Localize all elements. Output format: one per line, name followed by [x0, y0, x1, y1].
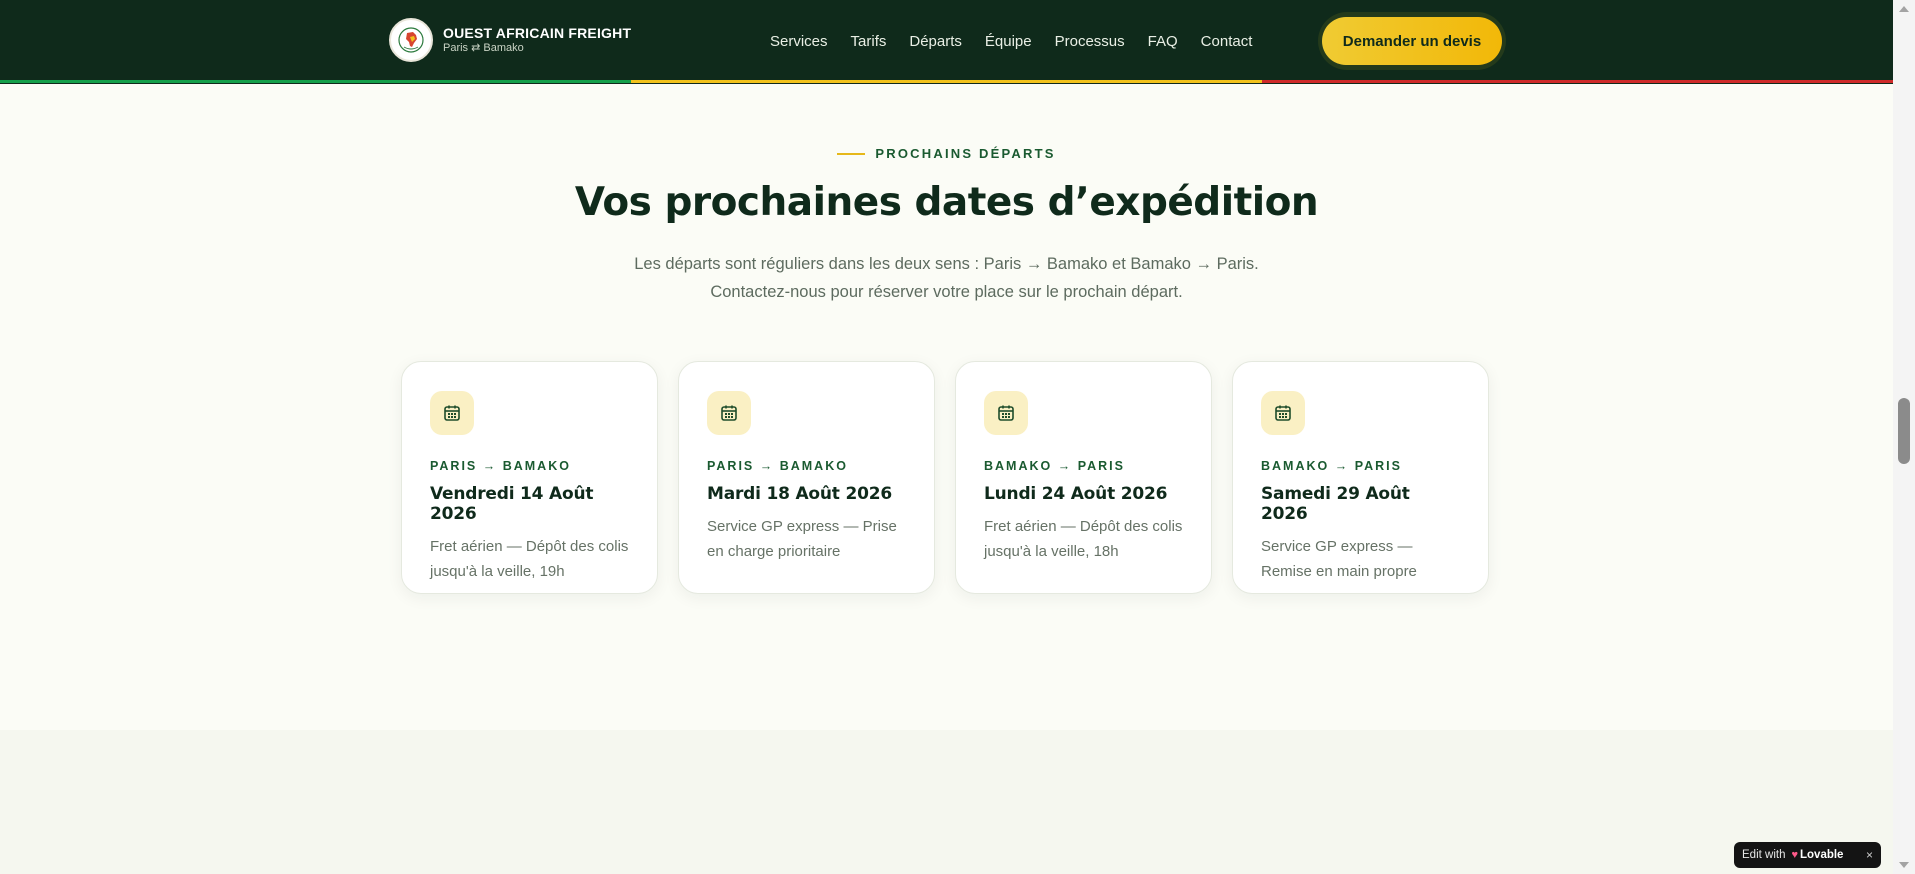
calendar-icon	[707, 391, 751, 435]
scroll-up-arrow-icon[interactable]	[1899, 6, 1909, 12]
request-quote-button[interactable]: Demander un devis	[1322, 17, 1502, 65]
edit-with-lovable-badge[interactable]: Edit with ♥ Lovable ×	[1734, 842, 1881, 868]
departure-description: Service GP express — Prise en charge pri…	[707, 518, 897, 560]
top-navbar: OUEST AFRICAIN FREIGHT Paris ⇄ Bamako Se…	[0, 0, 1893, 84]
eyebrow-line	[837, 152, 866, 155]
flag-stripe	[0, 80, 1893, 83]
departure-card: PARIS → BAMAKO Vendredi 14 Août 2026 Fre…	[401, 361, 658, 594]
departure-route: BAMAKO → PARIS	[984, 459, 1125, 473]
scroll-down-arrow-icon[interactable]	[1899, 862, 1909, 868]
calendar-icon	[1261, 391, 1305, 435]
nav-faq[interactable]: FAQ	[1148, 33, 1178, 50]
departure-route: BAMAKO → PARIS	[1261, 459, 1402, 473]
page-scrollbar[interactable]	[1893, 0, 1915, 874]
main-nav: Services Tarifs Départs Équipe Processus…	[770, 0, 1275, 82]
departure-description: Service GP express — Remise en main prop…	[1261, 538, 1417, 580]
nav-tarifs[interactable]: Tarifs	[851, 33, 887, 50]
nav-equipe[interactable]: Équipe	[985, 33, 1032, 50]
calendar-icon	[984, 391, 1028, 435]
intro-line-1: Les départs sont réguliers dans les deux…	[634, 255, 1259, 273]
departure-card: PARIS → BAMAKO Mardi 18 Août 2026 Servic…	[678, 361, 935, 594]
scrollbar-thumb[interactable]	[1898, 398, 1910, 464]
calendar-icon	[430, 391, 474, 435]
departure-description: Fret aérien — Dépôt des colis jusqu'à la…	[430, 538, 629, 580]
close-icon[interactable]: ×	[1866, 848, 1873, 862]
departure-cards: PARIS → BAMAKO Vendredi 14 Août 2026 Fre…	[401, 361, 1489, 594]
next-section-background	[0, 730, 1893, 874]
section-title: Vos prochaines dates d’expédition	[574, 180, 1319, 225]
section-intro: Les départs sont réguliers dans les deux…	[0, 250, 1893, 306]
badge-brand: Lovable	[1800, 849, 1844, 861]
lovable-heart-icon: ♥	[1791, 849, 1798, 861]
nav-processus[interactable]: Processus	[1055, 33, 1125, 50]
brand-title: OUEST AFRICAIN FREIGHT	[443, 25, 632, 41]
departure-date: Vendredi 14 Août 2026	[430, 484, 594, 524]
departure-date: Mardi 18 Août 2026	[707, 484, 892, 504]
departure-card: BAMAKO → PARIS Samedi 29 Août 2026 Servi…	[1232, 361, 1489, 594]
nav-departs[interactable]: Départs	[909, 33, 962, 50]
departure-route: PARIS → BAMAKO	[707, 459, 848, 473]
brand[interactable]: OUEST AFRICAIN FREIGHT Paris ⇄ Bamako	[389, 18, 631, 62]
departure-card: BAMAKO → PARIS Lundi 24 Août 2026 Fret a…	[955, 361, 1212, 594]
eyebrow-text: PROCHAINS DÉPARTS	[875, 146, 1056, 161]
departure-route: PARIS → BAMAKO	[430, 459, 571, 473]
departure-description: Fret aérien — Dépôt des colis jusqu'à la…	[984, 518, 1183, 560]
nav-services[interactable]: Services	[770, 33, 828, 50]
brand-logo-icon	[389, 18, 433, 62]
nav-contact[interactable]: Contact	[1201, 33, 1253, 50]
section-eyebrow: PROCHAINS DÉPARTS	[0, 146, 1893, 161]
intro-line-2: Contactez-nous pour réserver votre place…	[710, 283, 1183, 301]
brand-subtitle: Paris ⇄ Bamako	[443, 42, 524, 54]
departure-date: Lundi 24 Août 2026	[984, 484, 1168, 504]
quote-button-wrapper: Demander un devis	[1318, 12, 1506, 70]
departure-date: Samedi 29 Août 2026	[1261, 484, 1410, 524]
badge-prefix: Edit with	[1742, 849, 1786, 861]
